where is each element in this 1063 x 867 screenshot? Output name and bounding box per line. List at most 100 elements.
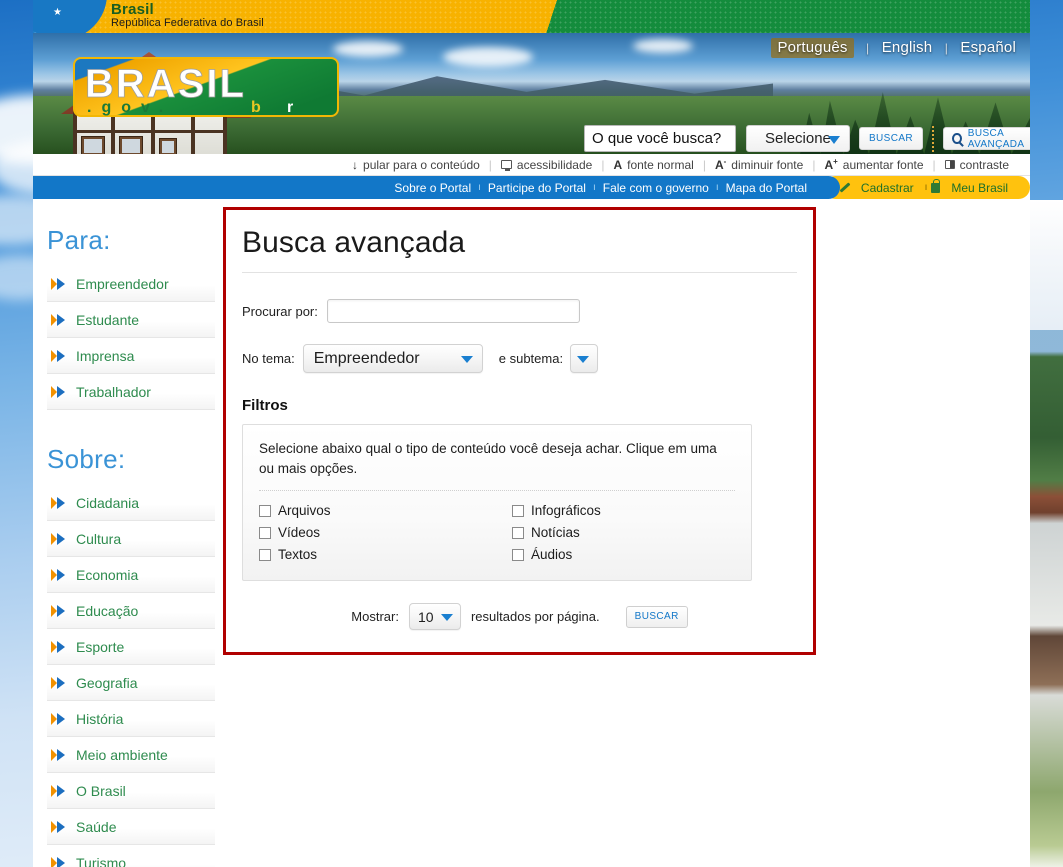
a11y-accessibility-label: acessibilidade	[516, 157, 593, 172]
hero-cloud	[633, 39, 693, 53]
sidebar-item-estudante[interactable]: Estudante	[47, 302, 215, 338]
theme-label: No tema:	[242, 351, 295, 366]
sidebar-item-geografia[interactable]: Geografia	[47, 665, 215, 701]
filter-checkbox-noticias[interactable]: Notícias	[512, 525, 735, 540]
language-option-es[interactable]: Español	[960, 39, 1016, 56]
a11y-font-normal[interactable]: A fonte normal	[604, 158, 702, 172]
search-input[interactable]	[584, 125, 736, 152]
search-for-input[interactable]	[326, 299, 580, 323]
filter-checkbox-arquivos[interactable]: Arquivos	[259, 503, 512, 518]
monitor-icon	[500, 160, 512, 171]
double-chevron-right-icon	[51, 676, 67, 689]
theme-select-value: Empreendedor	[313, 349, 420, 367]
sidebar-item-label: Cultura	[76, 530, 122, 547]
a11y-contrast[interactable]: contraste	[936, 158, 1018, 172]
sidebar-item-saude[interactable]: Saúde	[47, 809, 215, 845]
checkbox-icon[interactable]	[259, 548, 271, 561]
nav-cadastrar[interactable]: Cadastrar	[854, 181, 921, 195]
filters-intro: Selecione abaixo qual o tipo de conteúdo…	[259, 441, 717, 476]
sidebar-item-label: Estudante	[76, 311, 140, 328]
font-normal-icon: A	[613, 157, 623, 172]
double-chevron-right-icon	[51, 784, 67, 797]
results-per-page-select[interactable]: 10	[408, 603, 461, 631]
sidebar-item-label: Saúde	[76, 818, 117, 835]
pencil-icon	[839, 182, 850, 193]
search-scope-select-label: Selecione	[765, 130, 831, 147]
language-option-pt[interactable]: Português	[771, 38, 854, 58]
background-photo-right	[1029, 330, 1063, 867]
sidebar-item-label: Empreendedor	[76, 275, 169, 292]
advanced-search-button[interactable]: BUSCA AVANÇADA	[943, 127, 1030, 150]
show-label: Mostrar:	[351, 609, 399, 625]
brasil-gov-br-logo[interactable]: BRASIL .gov. b r	[73, 57, 339, 117]
nav-meu-brasil[interactable]: Meu Brasil	[944, 181, 1015, 195]
header-search-button[interactable]: BUSCAR	[858, 127, 924, 150]
subtheme-select[interactable]	[570, 344, 599, 373]
sidebar-item-imprensa[interactable]: Imprensa	[47, 338, 215, 374]
sidebar-item-turismo[interactable]: Turismo	[47, 845, 215, 867]
filter-label: Vídeos	[278, 525, 321, 541]
sidebar-item-label: Imprensa	[76, 347, 135, 364]
filters-title: Filtros	[242, 397, 288, 414]
sidebar-item-o-brasil[interactable]: O Brasil	[47, 773, 215, 809]
double-chevron-right-icon	[51, 748, 67, 761]
chevron-down-icon	[460, 356, 473, 363]
nav-sobre-o-portal[interactable]: Sobre o Portal	[387, 181, 478, 195]
a11y-skip-to-content[interactable]: ↓ pular para o conteúdo	[343, 158, 489, 172]
advanced-search-panel: Busca avançada Procurar por: No tema: Em…	[223, 207, 816, 656]
sidebar-item-label: História	[76, 710, 124, 727]
sidebar-item-educacao[interactable]: Educação	[47, 593, 215, 629]
language-option-en[interactable]: English	[882, 39, 933, 56]
filter-checkbox-textos[interactable]: Textos	[259, 547, 512, 562]
filter-checkbox-infograficos[interactable]: Infográficos	[512, 503, 735, 518]
double-chevron-right-icon	[51, 604, 67, 617]
sidebar-item-cidadania[interactable]: Cidadania	[47, 485, 215, 521]
theme-select[interactable]: Empreendedor	[302, 344, 483, 373]
logo-govbr-text: .gov.	[87, 99, 173, 116]
nav-fale-com-o-governo[interactable]: Fale com o governo	[596, 181, 716, 195]
hero-cloud	[333, 41, 403, 57]
filter-label: Textos	[278, 547, 318, 563]
filter-checkbox-videos[interactable]: Vídeos	[259, 525, 512, 540]
checkbox-icon[interactable]	[259, 526, 271, 539]
sidebar-item-historia[interactable]: História	[47, 701, 215, 737]
accessibility-bar: ↓ pular para o conteúdo | acessibilidade…	[33, 154, 1030, 176]
sidebar-item-trabalhador[interactable]: Trabalhador	[47, 374, 215, 410]
a11y-font-increase[interactable]: A+ aumentar fonte	[815, 157, 932, 172]
header-search-button-label: BUSCAR	[868, 133, 914, 144]
nav-mapa-do-portal[interactable]: Mapa do Portal	[719, 181, 814, 195]
magnifier-icon	[952, 133, 962, 144]
sidebar-item-economia[interactable]: Economia	[47, 557, 215, 593]
chevron-down-icon	[440, 614, 453, 622]
search-for-row: Procurar por:	[242, 299, 797, 323]
svg-text:r: r	[287, 99, 303, 116]
a11y-accessibility[interactable]: acessibilidade	[492, 158, 601, 172]
lock-icon	[931, 178, 941, 193]
checkbox-icon[interactable]	[512, 504, 524, 517]
sidebar-item-label: Esporte	[76, 638, 125, 655]
language-separator: |	[944, 41, 949, 55]
checkbox-icon[interactable]	[512, 548, 524, 561]
nav-participe-do-portal[interactable]: Participe do Portal	[481, 181, 593, 195]
header-hero: BRASIL .gov. b r Português | English | E…	[33, 33, 1030, 154]
results-per-page-value: 10	[417, 608, 434, 625]
sidebar-item-meio-ambiente[interactable]: Meio ambiente	[47, 737, 215, 773]
sidebar-item-label: Geografia	[76, 674, 138, 691]
a11y-font-normal-label: fonte normal	[627, 157, 694, 172]
checkbox-icon[interactable]	[512, 526, 524, 539]
a11y-font-decrease[interactable]: A- diminuir fonte	[706, 157, 812, 172]
language-switcher[interactable]: Português | English | Español	[771, 38, 1016, 58]
search-scope-select[interactable]: Selecione	[746, 125, 850, 152]
navbar-account: Cadastrar ı Meu Brasil	[824, 176, 1030, 199]
filters-box: Selecione abaixo qual o tipo de conteúdo…	[242, 424, 752, 582]
sidebar-item-cultura[interactable]: Cultura	[47, 521, 215, 557]
double-chevron-right-icon	[51, 640, 67, 653]
language-separator: |	[866, 41, 870, 55]
a11y-font-decrease-label: diminuir fonte	[731, 157, 804, 172]
sidebar-item-empreendedor[interactable]: Empreendedor	[47, 266, 215, 302]
double-chevron-right-icon	[51, 856, 67, 867]
filter-checkbox-audios[interactable]: Áudios	[512, 547, 735, 562]
submit-search-button[interactable]: BUSCAR	[625, 605, 688, 628]
checkbox-icon[interactable]	[259, 504, 271, 517]
sidebar-item-esporte[interactable]: Esporte	[47, 629, 215, 665]
